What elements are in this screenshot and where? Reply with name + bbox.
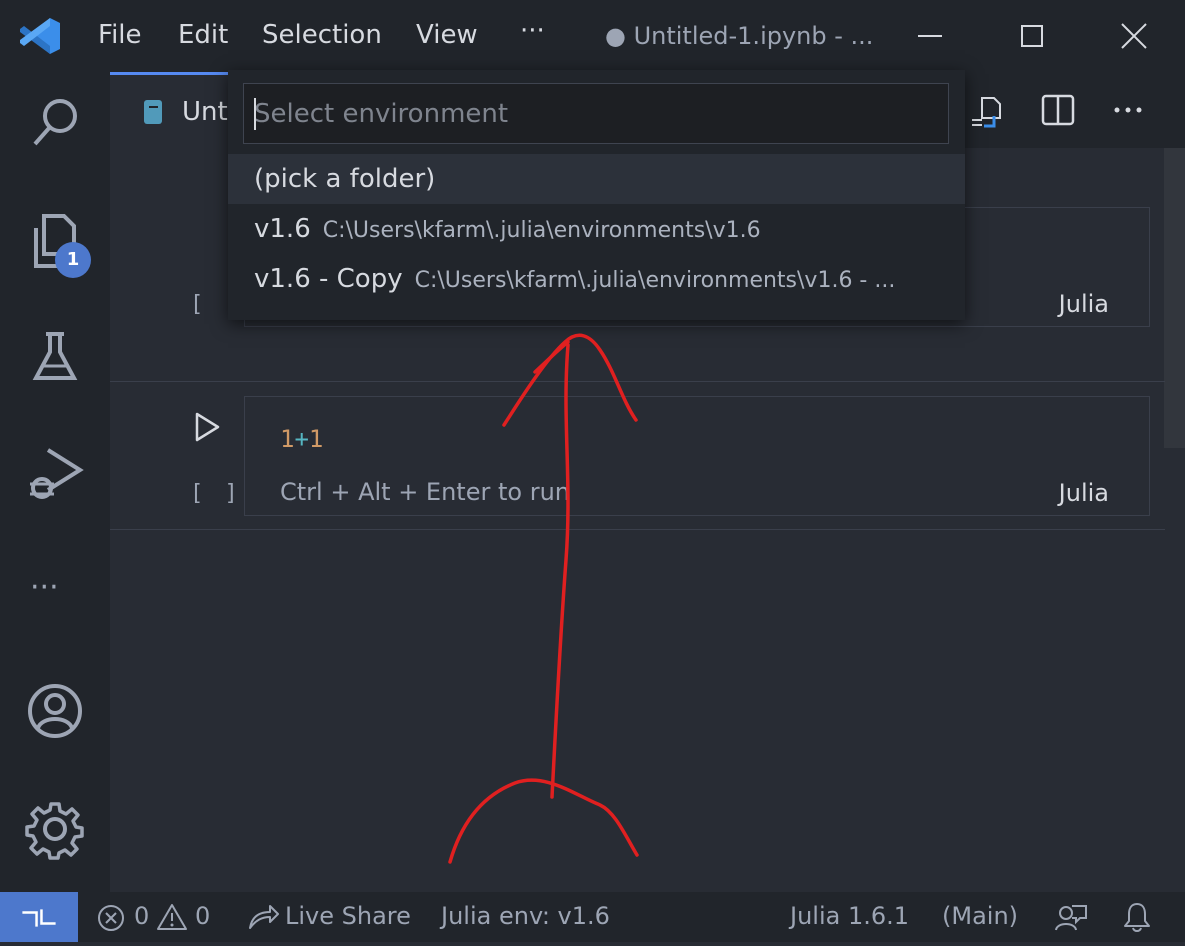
cell-divider xyxy=(110,529,1165,530)
warning-icon[interactable] xyxy=(156,902,188,932)
open-changes-icon[interactable] xyxy=(968,90,1008,130)
run-debug-icon[interactable] xyxy=(22,440,88,506)
close-button[interactable] xyxy=(1112,14,1156,58)
menu-selection[interactable]: Selection xyxy=(262,20,382,50)
tab-label: Unt xyxy=(182,97,228,127)
cell-language[interactable]: Julia xyxy=(1059,479,1109,507)
more-views-icon[interactable]: ··· xyxy=(30,570,59,605)
menu-more-icon[interactable]: ··· xyxy=(520,16,545,46)
cell-divider xyxy=(110,381,1165,382)
select-environment-quickpick: (pick a folder) v1.6C:\Users\kfarm\.juli… xyxy=(228,70,965,320)
minimize-button[interactable] xyxy=(908,14,952,58)
text-cursor xyxy=(254,98,256,130)
environment-search-input[interactable] xyxy=(254,84,934,143)
search-icon[interactable] xyxy=(22,90,88,156)
remote-icon xyxy=(22,909,56,927)
window-title: ● Untitled-1.ipynb - ... xyxy=(605,22,874,50)
run-cell-icon[interactable] xyxy=(192,410,222,444)
more-actions-icon[interactable] xyxy=(1108,90,1148,130)
minimize-icon xyxy=(918,35,942,37)
feedback-icon[interactable] xyxy=(1054,902,1088,934)
cell-execution-count: [ ] xyxy=(190,481,242,506)
quickpick-input-box[interactable] xyxy=(243,83,949,144)
live-share-button[interactable]: Live Share xyxy=(285,902,411,930)
maximize-button[interactable] xyxy=(1010,14,1054,58)
vscode-logo-icon xyxy=(20,18,60,54)
testing-icon[interactable] xyxy=(22,324,88,390)
quickpick-item-v1-6-copy[interactable]: v1.6 - Copy C:\Users\kfarm\.julia\environ… xyxy=(228,254,965,304)
remote-indicator-button[interactable] xyxy=(0,892,78,942)
cell-language[interactable]: Julia xyxy=(1059,290,1109,318)
split-editor-icon[interactable] xyxy=(1038,90,1078,130)
menu-edit[interactable]: Edit xyxy=(178,20,228,50)
maximize-icon xyxy=(1021,25,1043,47)
quickpick-item-v1-6[interactable]: v1.6 C:\Users\kfarm\.julia\environments\v… xyxy=(228,204,965,254)
close-icon xyxy=(1121,23,1147,49)
quickpick-item-pick-folder[interactable]: (pick a folder) xyxy=(228,154,965,204)
editor-scrollbar[interactable] xyxy=(1164,148,1185,448)
notebook-tab[interactable]: Unt xyxy=(110,72,230,148)
explorer-badge: 1 xyxy=(55,242,91,278)
error-count[interactable]: 0 xyxy=(134,902,149,930)
notifications-bell-icon[interactable] xyxy=(1122,901,1152,933)
julia-env-button[interactable]: Julia env: v1.6 xyxy=(441,902,610,930)
warning-count[interactable]: 0 xyxy=(195,902,210,930)
julia-module[interactable]: (Main) xyxy=(942,902,1018,930)
live-share-icon[interactable] xyxy=(246,902,280,934)
settings-gear-icon[interactable] xyxy=(22,796,88,862)
cell-code[interactable]: 1+1 xyxy=(280,425,323,453)
run-hint: Ctrl + Alt + Enter to run xyxy=(280,478,570,506)
error-icon[interactable] xyxy=(96,903,126,933)
status-bar: 0 0 Live Share Julia env: v1.6 Julia 1.6… xyxy=(0,892,1185,942)
account-icon[interactable] xyxy=(22,678,88,744)
menu-file[interactable]: File xyxy=(98,20,142,50)
julia-version[interactable]: Julia 1.6.1 xyxy=(790,902,909,930)
menu-view[interactable]: View xyxy=(416,20,478,50)
notebook-icon xyxy=(144,100,162,124)
title-bar: File Edit Selection View ··· ● Untitled-… xyxy=(0,0,1185,72)
